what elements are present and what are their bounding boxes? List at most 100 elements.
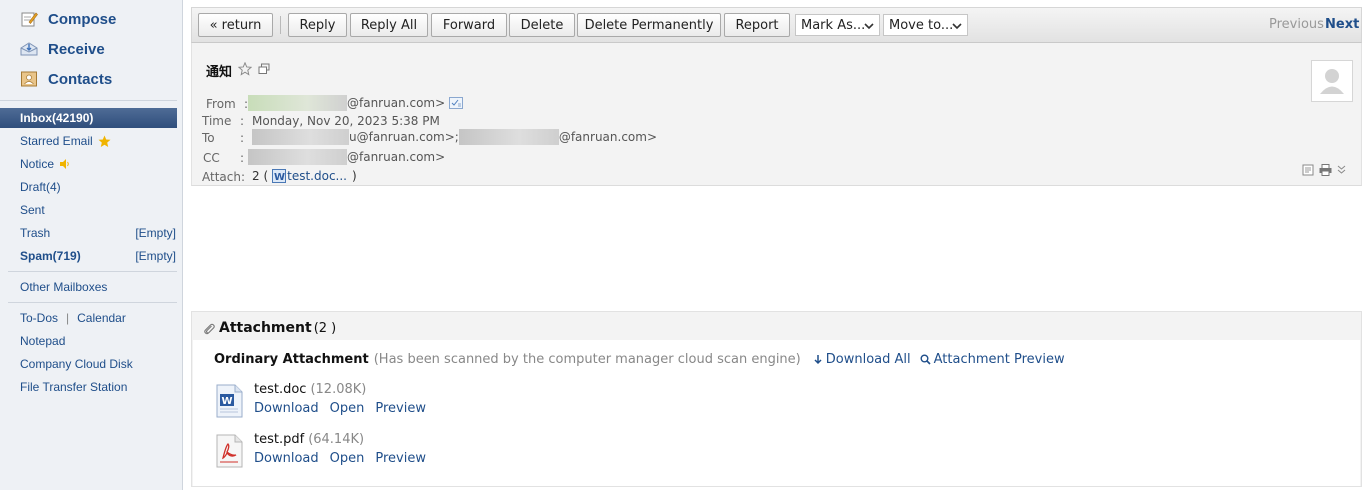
empty-spam-link[interactable]: [Empty] [135, 249, 176, 263]
attachment-item: test.pdf (64.14K) Download Open Preview [214, 432, 614, 472]
chevron-down-icon [864, 20, 874, 30]
sidebar-item-inbox[interactable]: Inbox(42190) [0, 108, 177, 128]
sidebar: Compose Receive Contacts Inbox(42190) St… [0, 0, 183, 490]
sidebar-item-label: Other Mailboxes [20, 280, 108, 294]
print-icon[interactable] [1319, 164, 1332, 176]
speaker-icon [59, 158, 71, 170]
move-to-label: Move to... [889, 17, 954, 33]
attachment-item: W test.doc (12.08K) Download Open Preview [214, 382, 614, 422]
word-file-icon: W [214, 384, 244, 418]
next-link[interactable]: Next [1325, 17, 1359, 32]
svg-text:W: W [222, 396, 233, 407]
toolbar: « return Reply Reply All Forward Delete … [191, 7, 1362, 43]
source-view-icon[interactable] [1302, 164, 1314, 176]
download-all-link[interactable]: Download All [813, 352, 911, 367]
delete-button[interactable]: Delete [509, 13, 575, 37]
to-address-2[interactable]: @fanruan.com> [559, 130, 657, 144]
open-link[interactable]: Open [330, 401, 365, 416]
from-address[interactable]: @fanruan.com> [347, 96, 445, 110]
sidebar-tools-row: To-Dos | Calendar [0, 308, 183, 328]
from-label: From [206, 97, 236, 111]
previous-link[interactable]: Previous [1269, 17, 1324, 32]
file-name: test.doc [254, 382, 307, 397]
contacts-label: Contacts [48, 70, 113, 88]
add-contact-icon[interactable] [449, 97, 464, 109]
word-doc-icon: W [272, 169, 287, 183]
reply-all-button[interactable]: Reply All [350, 13, 428, 37]
to-colon: : [240, 131, 245, 145]
pipe-separator: | [66, 311, 70, 325]
email-subject: 通知 [206, 65, 233, 80]
pdf-file-icon [214, 434, 244, 468]
magnifier-icon [920, 354, 931, 365]
sidebar-item-trash[interactable]: Trash [Empty] [0, 223, 183, 243]
sidebar-item-other-mailboxes[interactable]: Other Mailboxes [0, 277, 183, 297]
file-name: test.pdf [254, 432, 305, 447]
file-actions: Download Open Preview [254, 451, 426, 466]
download-link[interactable]: Download [254, 401, 319, 416]
return-button[interactable]: « return [198, 13, 273, 37]
attach-field: 2 ( W test.doc... ) [252, 169, 357, 183]
attachment-preview-link[interactable]: Attachment Preview [920, 352, 1065, 367]
sidebar-item-todos[interactable]: To-Dos [20, 311, 58, 325]
receive-button[interactable]: Receive [20, 38, 105, 60]
receive-icon [20, 40, 38, 58]
attach-file-link[interactable]: test.doc... [287, 169, 347, 183]
preview-link[interactable]: Preview [375, 451, 426, 466]
toolbar-separator [280, 16, 281, 34]
mail-reader: « return Reply Reply All Forward Delete … [191, 7, 1362, 490]
cc-field: @fanruan.com> [248, 149, 445, 165]
attachment-count: (2 ) [313, 320, 337, 336]
from-field: @fanruan.com> [248, 95, 464, 111]
sidebar-item-draft[interactable]: Draft(4) [0, 177, 183, 197]
ordinary-attachment-label: Ordinary Attachment [214, 352, 369, 367]
preview-link[interactable]: Preview [375, 401, 426, 416]
star-outline-icon[interactable] [237, 61, 253, 80]
popout-window-icon[interactable] [258, 63, 270, 79]
sidebar-item-notepad[interactable]: Notepad [0, 331, 183, 351]
contacts-button[interactable]: Contacts [20, 68, 112, 90]
chevron-down-icon [952, 20, 962, 30]
redacted-cc [248, 149, 347, 165]
sidebar-item-cloud-disk[interactable]: Company Cloud Disk [0, 354, 183, 374]
redacted-recipient [458, 129, 559, 145]
sidebar-item-starred[interactable]: Starred Email [0, 131, 183, 151]
reply-button[interactable]: Reply [288, 13, 347, 37]
sidebar-item-notice[interactable]: Notice [0, 154, 183, 174]
sidebar-item-label: Starred Email [20, 134, 93, 148]
contacts-icon [20, 70, 38, 88]
sidebar-item-sent[interactable]: Sent [0, 200, 183, 220]
attachment-panel: Ordinary Attachment (Has been scanned by… [193, 340, 1360, 486]
forward-button[interactable]: Forward [431, 13, 507, 37]
sidebar-item-file-transfer[interactable]: File Transfer Station [0, 377, 183, 397]
download-link[interactable]: Download [254, 451, 319, 466]
attachment-title-text: Attachment [219, 320, 312, 336]
sidebar-divider [0, 100, 177, 101]
sender-avatar [1311, 60, 1353, 102]
attach-count: 2 ( [252, 169, 269, 183]
cc-address[interactable]: @fanruan.com> [347, 150, 445, 164]
header-tools [1302, 164, 1346, 176]
compose-label: Compose [48, 10, 117, 28]
sidebar-divider [8, 271, 177, 272]
expand-chevron-icon[interactable] [1337, 164, 1346, 176]
mark-as-dropdown[interactable]: Mark As... [795, 14, 880, 36]
empty-trash-link[interactable]: [Empty] [135, 226, 176, 240]
report-button[interactable]: Report [724, 13, 790, 37]
sidebar-item-label: Notepad [20, 334, 66, 348]
time-value: Monday, Nov 20, 2023 5:38 PM [252, 114, 440, 128]
compose-button[interactable]: Compose [20, 8, 116, 30]
attachment-header: Ordinary Attachment (Has been scanned by… [214, 352, 1065, 367]
sidebar-item-label: Company Cloud Disk [20, 357, 133, 371]
sidebar-item-spam[interactable]: Spam(719) [Empty] [0, 246, 183, 266]
move-to-dropdown[interactable]: Move to... [883, 14, 968, 36]
to-field: u@fanruan.com>; @fanruan.com> [252, 129, 657, 145]
star-icon [98, 135, 111, 148]
delete-permanently-button[interactable]: Delete Permanently [577, 13, 721, 37]
file-size: (64.14K) [308, 432, 365, 447]
email-header: 通知 From : @fanruan.com> Time : Monday, N… [191, 43, 1362, 186]
file-name-row: test.pdf (64.14K) [254, 432, 364, 447]
open-link[interactable]: Open [330, 451, 365, 466]
sidebar-item-calendar[interactable]: Calendar [77, 311, 126, 325]
to-address-1[interactable]: u@fanruan.com>; [349, 130, 459, 144]
